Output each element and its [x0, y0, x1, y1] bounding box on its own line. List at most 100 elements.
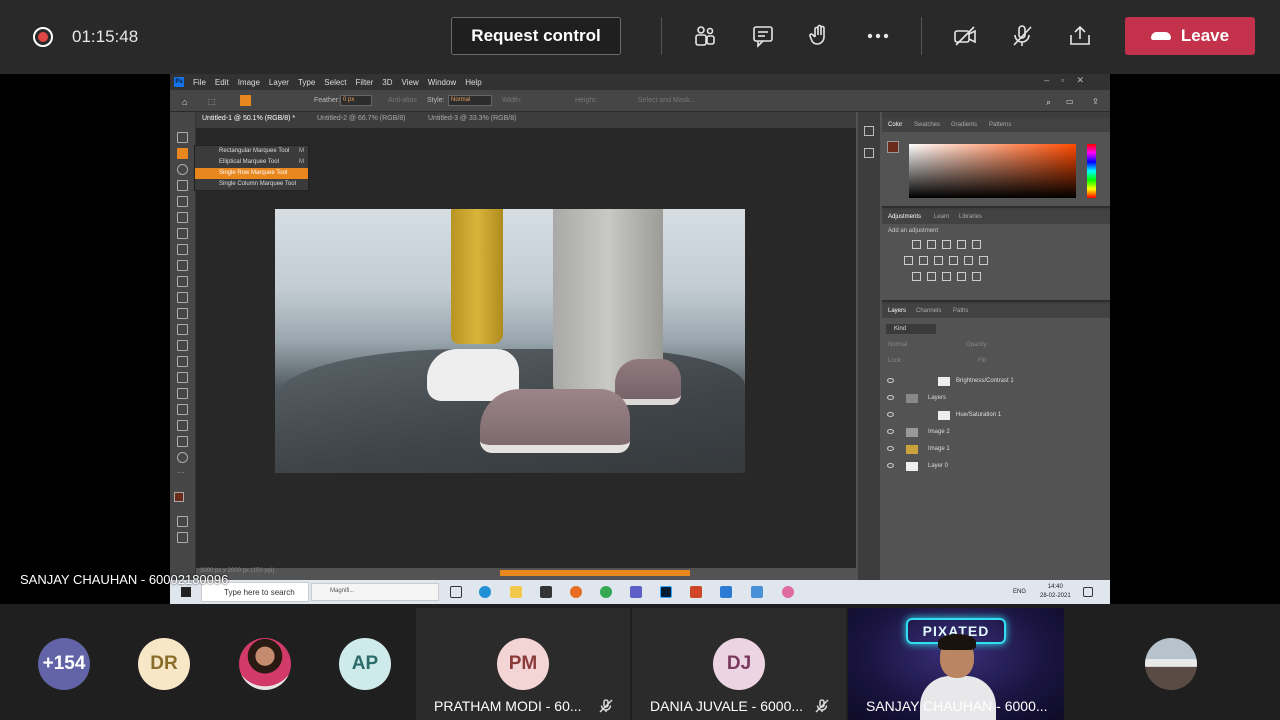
pen-tool-icon[interactable] — [177, 372, 188, 383]
exposure-adjust-icon[interactable] — [957, 240, 966, 249]
layer-row[interactable]: Image 1 — [882, 442, 1102, 458]
tab-paths[interactable]: Paths — [953, 308, 968, 314]
frame-tool-icon[interactable] — [177, 212, 188, 223]
notification-icon[interactable] — [1083, 587, 1093, 597]
layer-row[interactable]: Brightness/Contrast 1 — [882, 374, 1102, 390]
tab-channels[interactable]: Channels — [916, 308, 941, 314]
anti-alias-checkbox[interactable]: Anti-alias — [388, 97, 417, 104]
tab-untitled-2[interactable]: Untitled-2 @ 66.7% (RGB/8) — [317, 115, 405, 122]
raise-hand-icon[interactable] — [806, 22, 834, 50]
tab-libraries[interactable]: Libraries — [959, 214, 982, 220]
gradient-tool-icon[interactable] — [177, 324, 188, 335]
leave-button[interactable]: Leave — [1125, 17, 1255, 55]
history-panel-icon[interactable] — [864, 126, 874, 136]
new-selection-icon[interactable] — [240, 95, 251, 106]
marquee-tool-icon[interactable] — [177, 148, 188, 159]
quick-mask-icon[interactable] — [177, 516, 188, 527]
more-tools-icon[interactable]: ··· — [177, 468, 188, 479]
quick-select-tool-icon[interactable] — [177, 180, 188, 191]
window-controls[interactable]: –▫✕ — [1044, 75, 1096, 86]
magnifier-app[interactable]: Magnifi... — [311, 583, 439, 601]
zoom-tool-icon[interactable] — [177, 452, 188, 463]
camera-off-icon[interactable] — [951, 22, 979, 50]
threshold-adjust-icon[interactable] — [942, 272, 951, 281]
menu-file[interactable]: File — [193, 78, 206, 87]
chrome-icon[interactable] — [600, 586, 612, 598]
flyout-elliptical-marquee[interactable]: Elliptical Marquee Tool M — [195, 157, 308, 168]
photo-filter-adjust-icon[interactable] — [949, 256, 958, 265]
curves-adjust-icon[interactable] — [942, 240, 951, 249]
foreground-color-swatch[interactable] — [174, 492, 184, 502]
flyout-rectangular-marquee[interactable]: Rectangular Marquee Tool M — [195, 146, 308, 157]
firefox-icon[interactable] — [570, 586, 582, 598]
avatar[interactable]: AP — [339, 638, 391, 690]
vibrance-adjust-icon[interactable] — [972, 240, 981, 249]
screen-mode-icon[interactable] — [177, 532, 188, 543]
tab-untitled-3[interactable]: Untitled-3 @ 33.3% (RGB/8) — [428, 115, 516, 122]
taskbar-clock[interactable]: 14:40 28-02-2021 — [1040, 583, 1071, 601]
self-view-avatar[interactable] — [1145, 638, 1197, 690]
tab-color[interactable]: Color — [888, 122, 902, 128]
menu-layer[interactable]: Layer — [269, 78, 289, 87]
marquee-tool-icon[interactable]: ⬚ — [208, 97, 216, 106]
store-icon[interactable] — [540, 586, 552, 598]
blend-mode-select[interactable]: Normal — [888, 342, 907, 348]
color-picker-field[interactable] — [909, 144, 1076, 198]
windows-start-icon[interactable] — [181, 587, 191, 597]
visibility-eye-icon[interactable] — [887, 429, 894, 434]
select-and-mask-button[interactable]: Select and Mask... — [638, 97, 696, 104]
hand-tool-icon[interactable] — [177, 436, 188, 447]
history-brush-icon[interactable] — [177, 292, 188, 303]
bw-adjust-icon[interactable] — [934, 256, 943, 265]
menu-view[interactable]: View — [402, 78, 419, 87]
menu-filter[interactable]: Filter — [356, 78, 374, 87]
photos-icon[interactable] — [720, 586, 732, 598]
brush-tool-icon[interactable] — [177, 260, 188, 271]
brightness-adjust-icon[interactable] — [912, 240, 921, 249]
photoshop-taskbar-icon[interactable] — [660, 586, 672, 598]
file-explorer-icon[interactable] — [510, 586, 522, 598]
flyout-single-column-marquee[interactable]: Single Column Marquee Tool — [195, 179, 308, 190]
participant-tile[interactable]: PM PRATHAM MODI - 60... — [416, 608, 630, 720]
paint-icon[interactable] — [782, 586, 794, 598]
dodge-tool-icon[interactable] — [177, 356, 188, 367]
menu-image[interactable]: Image — [238, 78, 260, 87]
menu-3d[interactable]: 3D — [382, 78, 392, 87]
visibility-eye-icon[interactable] — [887, 446, 894, 451]
eyedropper-tool-icon[interactable] — [177, 228, 188, 239]
gradient-map-adjust-icon[interactable] — [972, 272, 981, 281]
color-balance-adjust-icon[interactable] — [919, 256, 928, 265]
menu-help[interactable]: Help — [465, 78, 481, 87]
menu-window[interactable]: Window — [428, 78, 456, 87]
lasso-tool-icon[interactable] — [177, 164, 188, 175]
levels-adjust-icon[interactable] — [927, 240, 936, 249]
flyout-single-row-marquee[interactable]: Single Row Marquee Tool — [195, 168, 308, 179]
layer-row[interactable]: Hue/Saturation 1 — [882, 408, 1102, 424]
tab-adjustments[interactable]: Adjustments — [888, 214, 921, 220]
avatar-photo[interactable] — [239, 638, 291, 690]
eraser-tool-icon[interactable] — [177, 308, 188, 319]
blur-tool-icon[interactable] — [177, 340, 188, 351]
visibility-eye-icon[interactable] — [887, 412, 894, 417]
edge-icon[interactable] — [479, 586, 491, 598]
share-screen-icon[interactable] — [1066, 22, 1094, 50]
tab-gradients[interactable]: Gradients — [951, 122, 977, 128]
tab-layers[interactable]: Layers — [888, 308, 906, 314]
menu-edit[interactable]: Edit — [215, 78, 229, 87]
crop-tool-icon[interactable] — [177, 196, 188, 207]
rectangle-tool-icon[interactable] — [177, 420, 188, 431]
participant-tile[interactable]: DJ DANIA JUVALE - 6000... — [632, 608, 846, 720]
hue-slider[interactable] — [1087, 144, 1096, 198]
posterize-adjust-icon[interactable] — [927, 272, 936, 281]
tab-swatches[interactable]: Swatches — [914, 122, 940, 128]
request-control-button[interactable]: Request control — [451, 17, 621, 55]
task-view-icon[interactable] — [450, 586, 462, 598]
more-options-icon[interactable] — [864, 22, 892, 50]
tab-learn[interactable]: Learn — [934, 214, 949, 220]
search-icon[interactable]: ⌕ — [1046, 97, 1051, 108]
workspace-icon[interactable]: ▭ — [1066, 97, 1074, 106]
properties-panel-icon[interactable] — [864, 148, 874, 158]
layer-row[interactable]: Image 2 — [882, 425, 1102, 441]
remote-desktop-icon[interactable] — [751, 586, 763, 598]
layers-kind-filter[interactable]: Kind — [886, 324, 936, 334]
